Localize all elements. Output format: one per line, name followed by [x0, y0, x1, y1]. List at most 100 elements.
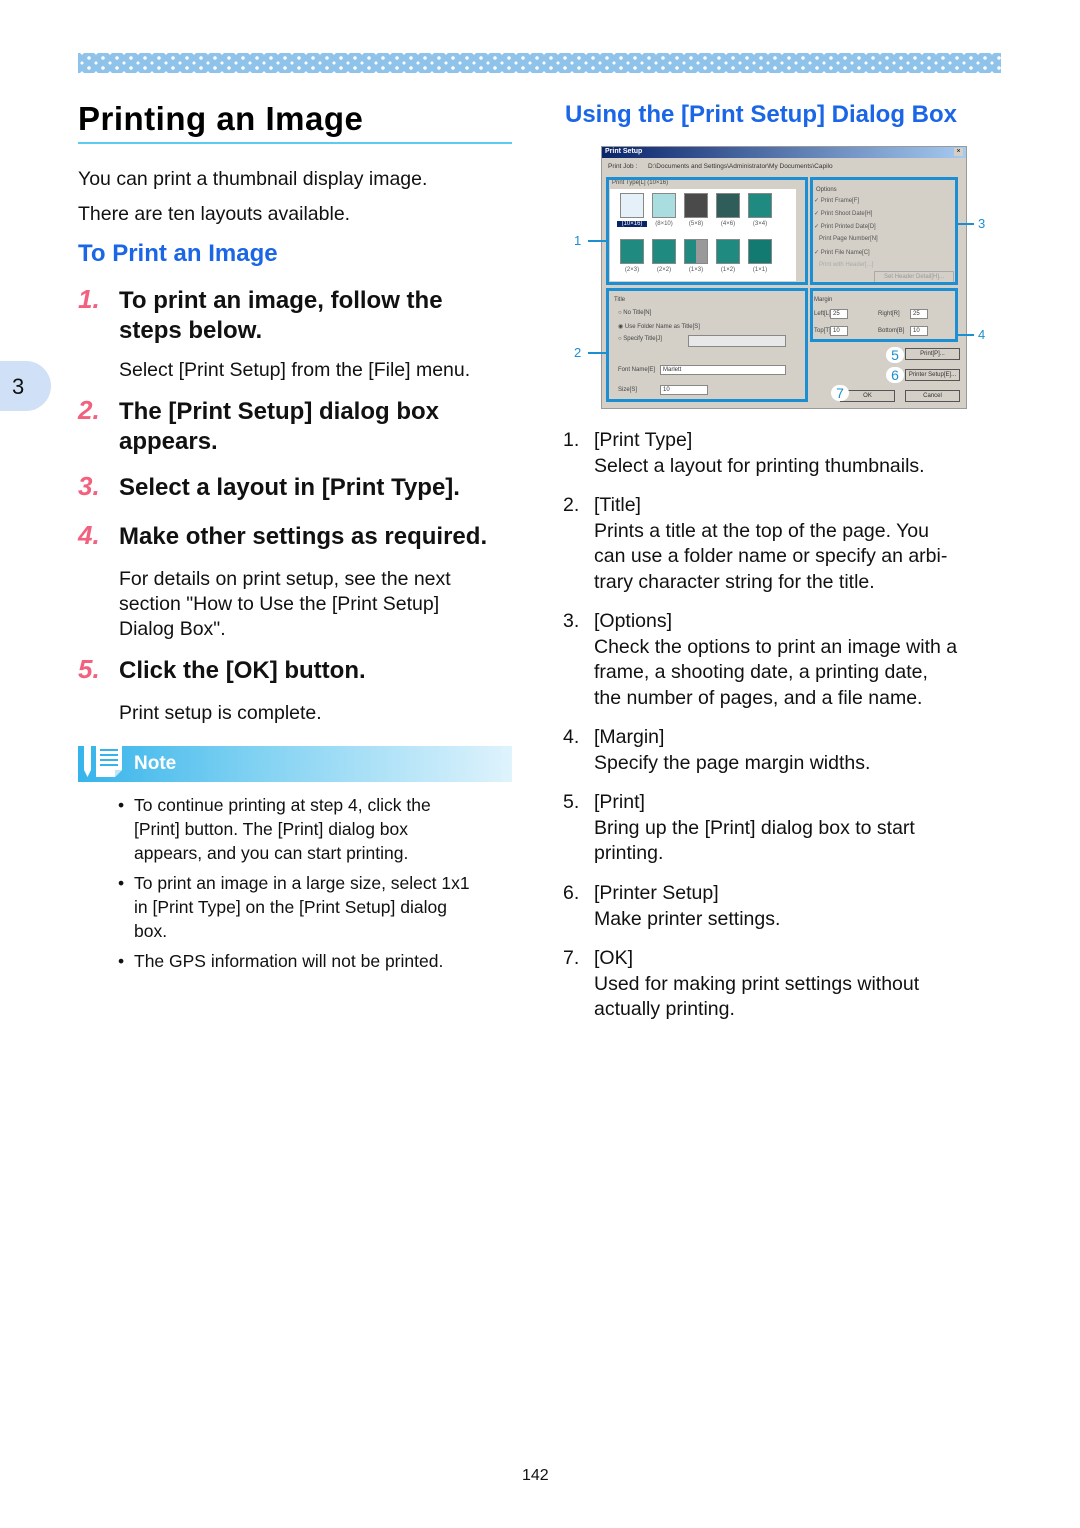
note-item: • The GPS information will not be printe… — [118, 949, 513, 973]
legend-desc-line: the number of pages, and a file name. — [594, 686, 923, 709]
print-setup-dialog-screenshot: Print Setup × Print Job : D:\Documents a… — [601, 146, 967, 409]
bullet: • — [118, 795, 125, 815]
step-number: 2. — [78, 395, 100, 425]
legend-desc: Prints a title at the top of the page. Y… — [594, 519, 999, 596]
section-heading-to-print: To Print an Image — [78, 240, 278, 267]
chapter-number: 3 — [12, 374, 25, 399]
step-3: 3. Select a layout in [Print Type]. — [78, 471, 518, 503]
step-text-line: steps below. — [119, 317, 263, 344]
note-text: To continue printing at step 4, click th… — [134, 793, 514, 865]
cancel-button[interactable]: Cancel — [905, 390, 960, 402]
legend-item: 3. [Options] Check the options to print … — [563, 609, 1003, 711]
step-text: The [Print Setup] dialog box appears. — [119, 397, 439, 457]
chapter-tab — [0, 361, 51, 411]
note-line: box. — [134, 921, 168, 941]
note-line: To print an image in a large size, selec… — [134, 873, 470, 893]
step-number: 5. — [78, 654, 100, 684]
legend-desc-line: actually printing. — [594, 998, 735, 1020]
step-text: Make other settings as required. — [119, 523, 488, 550]
callout-2: 2 — [574, 345, 582, 360]
print-job-path: D:\Documents and Settings\Administrator\… — [648, 163, 833, 170]
legend-title: [Margin] — [594, 726, 665, 748]
legend-desc-line: frame, a shooting date, a printing date, — [594, 661, 928, 683]
note-line: [Print] button. The [Print] dialog box — [134, 819, 409, 839]
decorative-header-band — [78, 53, 1001, 73]
legend-number: 1. — [563, 429, 580, 451]
step-text: Click the [OK] button. — [119, 657, 366, 684]
legend-number: 5. — [563, 791, 580, 813]
step-text: Select a layout in [Print Type]. — [119, 474, 460, 501]
step-5: 5. Click the [OK] button. — [78, 654, 518, 686]
legend-item: 5. [Print] Bring up the [Print] dialog b… — [563, 790, 1003, 867]
legend-desc-line: Prints a title at the top of the page. Y… — [594, 519, 929, 542]
legend-title: [Title] — [594, 494, 641, 516]
page-number: 142 — [522, 1467, 549, 1484]
note-label: Note — [134, 753, 177, 774]
note-line: To continue printing at step 4, click th… — [134, 795, 431, 815]
step-4: 4. Make other settings as required. — [78, 520, 518, 552]
callout-3: 3 — [978, 216, 986, 231]
legend-number: 7. — [563, 947, 580, 969]
detail-line: Dialog Box". — [119, 618, 226, 640]
title-underline — [78, 142, 512, 144]
legend-item: 1. [Print Type] Select a layout for prin… — [563, 428, 1003, 479]
callout-leader-3 — [958, 223, 974, 225]
callout-1: 1 — [574, 233, 582, 248]
detail-line: For details on print setup, see the next — [119, 568, 451, 590]
legend-item: 4. [Margin] Specify the page margin widt… — [563, 725, 1003, 776]
step-number: 4. — [78, 520, 100, 550]
legend-desc-line: trary character string for the title. — [594, 570, 875, 593]
callout-box-title — [606, 288, 808, 402]
section-heading-dialog-box: Using the [Print Setup] Dialog Box — [565, 101, 958, 128]
callout-box-options — [810, 177, 958, 285]
legend-desc: Select a layout for printing thumbnails. — [594, 454, 925, 477]
step-number: 1. — [78, 284, 100, 314]
step-1-detail: Select [Print Setup] from the [File] men… — [119, 359, 471, 381]
legend-desc-line: Bring up the [Print] dialog box to start — [594, 816, 915, 839]
intro-line-2: There are ten layouts available. — [78, 203, 351, 225]
step-text-line: appears. — [119, 428, 218, 455]
dialog-title: Print Setup — [605, 148, 643, 155]
legend-title: [Options] — [594, 610, 673, 632]
close-icon[interactable]: × — [954, 148, 963, 156]
bullet: • — [118, 951, 125, 971]
legend-desc: Used for making print settings without a… — [594, 972, 999, 1023]
legend-number: 2. — [563, 494, 580, 516]
legend-item: 6. [Printer Setup] Make printer settings… — [563, 881, 1003, 932]
step-text: To print an image, follow the steps belo… — [119, 286, 443, 346]
step-text-line: The [Print Setup] dialog box — [119, 398, 439, 425]
legend-desc: Specify the page margin widths. — [594, 751, 871, 774]
legend-title: [Print] — [594, 791, 645, 813]
legend-title: [OK] — [594, 947, 634, 969]
note-line: appears, and you can start printing. — [134, 843, 409, 863]
dialog-titlebar: Print Setup × — [602, 147, 966, 158]
legend-number: 4. — [563, 726, 580, 748]
callout-leader-4 — [958, 334, 974, 336]
step-2: 2. The [Print Setup] dialog box appears. — [78, 395, 518, 457]
note-item: • To continue printing at step 4, click … — [118, 793, 513, 865]
note-pencil-paper-icon — [84, 742, 122, 777]
note-text: To print an image in a large size, selec… — [134, 871, 514, 943]
legend-number: 6. — [563, 882, 580, 904]
step-5-detail: Print setup is complete. — [119, 702, 322, 724]
detail-line: section "How to Use the [Print Setup] — [119, 593, 440, 615]
step-text-line: To print an image, follow the — [119, 287, 443, 314]
page-title: Printing an Image — [78, 100, 364, 137]
print-button[interactable]: Print[P]... — [905, 348, 960, 360]
legend-title: [Printer Setup] — [594, 882, 719, 904]
legend-desc: Make printer settings. — [594, 907, 781, 930]
callout-7: 7 — [831, 385, 849, 401]
legend-desc-line: printing. — [594, 842, 664, 864]
note-item: • To print an image in a large size, sel… — [118, 871, 513, 943]
bullet: • — [118, 873, 125, 893]
print-job-label: Print Job : — [608, 163, 638, 170]
legend-desc-line: can use a folder name or specify an arbi… — [594, 545, 948, 567]
callout-6: 6 — [886, 367, 904, 383]
step-1: 1. To print an image, follow the steps b… — [78, 284, 518, 346]
printer-setup-button[interactable]: Printer Setup[E]... — [905, 369, 960, 381]
callout-leader-2 — [588, 352, 606, 354]
callout-4: 4 — [978, 327, 986, 342]
note-text: The GPS information will not be printed. — [134, 951, 444, 971]
note-line: in [Print Type] on the [Print Setup] dia… — [134, 897, 447, 917]
callout-5: 5 — [886, 347, 904, 363]
